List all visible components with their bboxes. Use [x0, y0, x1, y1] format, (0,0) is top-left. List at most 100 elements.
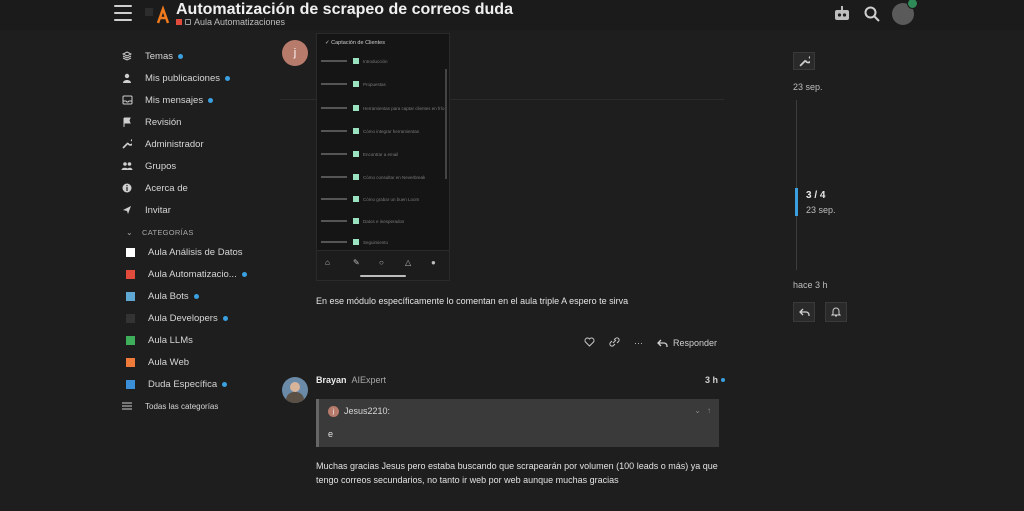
wrench-icon — [120, 139, 134, 149]
quote-author[interactable]: Jesus2210: — [344, 406, 390, 416]
sidebar-category-automatizaciones[interactable]: Aula Automatizacio... — [120, 263, 260, 285]
reply-button[interactable]: Responder — [657, 338, 717, 348]
screenshot-row: Cómo grabar un buen Loom — [321, 193, 447, 205]
post-body: Muchas gracias Jesus pero estaba buscand… — [316, 461, 718, 485]
sidebar-all-categories[interactable]: Todas las categorías — [120, 395, 260, 417]
sidebar-item-grupos[interactable]: Grupos — [120, 155, 260, 177]
category-color-box — [126, 335, 135, 345]
flag-icon — [120, 117, 134, 127]
sidebar: Temas Mis publicaciones Mis mensajes Rev… — [120, 45, 260, 417]
post-author: Brayan AIExpert — [316, 375, 386, 385]
unread-dot — [222, 381, 228, 387]
timeline-start-date[interactable]: 23 sep. — [793, 82, 823, 92]
search-icon[interactable] — [862, 4, 882, 24]
sidebar-item-invitar[interactable]: Invitar — [120, 199, 260, 221]
screenshot-row: Herramientas para captar clientes en frí… — [321, 102, 447, 114]
reply-icon — [657, 339, 668, 347]
avatar: j — [328, 406, 339, 417]
sidebar-category-analisis-datos[interactable]: Aula Análisis de Datos — [120, 241, 260, 263]
screenshot-row: Datos e inesperados — [321, 215, 447, 227]
categories-heading-label: CATEGORÍAS — [142, 227, 194, 237]
screenshot-heading: ✓ Captación de Clientes — [325, 40, 385, 46]
sidebar-item-temas[interactable]: Temas — [120, 45, 260, 67]
sidebar-item-label: Acerca de — [145, 182, 188, 194]
post-actions: ··· Responder — [584, 337, 717, 349]
timeline-reply-button[interactable] — [793, 302, 815, 322]
search-icon: ○ — [379, 258, 384, 267]
sidebar-item-mis-publicaciones[interactable]: Mis publicaciones — [120, 67, 260, 89]
screenshot-row: Introducción — [321, 55, 447, 67]
admin-wrench-button[interactable] — [793, 52, 815, 70]
timeline-end-date[interactable]: hace 3 h — [793, 280, 828, 290]
screenshot-row: Seguimiento — [321, 236, 447, 248]
sidebar-item-mis-mensajes[interactable]: Mis mensajes — [120, 89, 260, 111]
sidebar-item-label: Invitar — [145, 204, 171, 216]
link-icon[interactable] — [609, 337, 620, 349]
arrow-up-icon[interactable]: ↑ — [707, 406, 711, 415]
categories-heading[interactable]: ⌄ CATEGORÍAS — [120, 223, 260, 241]
category-label: Aula Análisis de Datos — [148, 246, 243, 258]
chevron-down-icon: ⌄ — [126, 227, 134, 237]
category-label: Aula Developers — [148, 312, 218, 324]
site-logo[interactable] — [145, 5, 173, 27]
category-color-box — [126, 291, 135, 301]
screenshot-row: Encontrar a email — [321, 148, 447, 160]
all-categories-label: Todas las categorías — [145, 401, 219, 411]
compose-icon: ✎ — [353, 258, 360, 267]
screenshot-row: Cómo integrar herramientas — [321, 125, 447, 137]
chevron-down-icon[interactable]: ⌄ — [694, 406, 701, 415]
avatar[interactable] — [282, 377, 308, 403]
post-time[interactable]: 3 h — [705, 375, 726, 385]
post-body: En ese módulo específicamente lo comenta… — [316, 296, 629, 306]
category-label: Aula Automatizacio... — [148, 268, 237, 280]
robot-icon[interactable] — [832, 4, 852, 24]
bell-icon — [831, 307, 841, 317]
sidebar-item-label: Revisión — [145, 116, 182, 128]
sidebar-item-revision[interactable]: Revisión — [120, 111, 260, 133]
timeline-current-date: 23 sep. — [806, 205, 836, 215]
profile-icon: ● — [431, 258, 436, 267]
avatar[interactable]: j — [282, 40, 308, 66]
sidebar-item-administrador[interactable]: Administrador — [120, 133, 260, 155]
post-screenshot-image[interactable]: ✓ Captación de Clientes Introducción Pro… — [316, 33, 450, 281]
timeline-scrollbar[interactable] — [796, 100, 797, 270]
sidebar-category-bots[interactable]: Aula Bots — [120, 285, 260, 307]
sidebar-category-llms[interactable]: Aula LLMs — [120, 329, 260, 351]
notification-bell-button[interactable] — [825, 302, 847, 322]
sidebar-item-label: Mis mensajes — [145, 94, 204, 106]
sidebar-item-label: Mis publicaciones — [145, 72, 220, 84]
topic-category[interactable]: Aula Automatizaciones — [176, 17, 285, 27]
sidebar-item-acerca-de[interactable]: Acerca de — [120, 177, 260, 199]
screenshot-row: Propuestas — [321, 78, 447, 90]
lock-icon — [185, 19, 191, 25]
username[interactable]: Brayan — [316, 375, 347, 385]
send-icon — [120, 205, 134, 215]
quote-block: j Jesus2210: ⌄ ↑ e — [316, 399, 719, 447]
info-icon — [120, 183, 134, 193]
screenshot-row: Cómo consultar en Neverbreak — [321, 171, 447, 183]
sidebar-category-duda-especifica[interactable]: Duda Específica — [120, 373, 260, 395]
screenshot-scrollbar — [445, 69, 447, 179]
list-icon — [120, 402, 134, 410]
timeline-handle[interactable] — [795, 188, 798, 216]
category-color-box — [126, 357, 135, 367]
reply-icon — [798, 308, 810, 316]
top-bar: Automatización de scrapeo de correos dud… — [0, 0, 1024, 30]
post-time-label: 3 h — [705, 375, 719, 385]
menu-icon[interactable] — [114, 5, 132, 21]
timeline-position: 3 / 4 — [806, 190, 826, 201]
more-icon[interactable]: ··· — [634, 338, 643, 348]
unread-dot — [222, 315, 228, 321]
notification-badge — [907, 0, 918, 9]
sidebar-category-developers[interactable]: Aula Developers — [120, 307, 260, 329]
category-label: Aula LLMs — [148, 334, 193, 346]
unread-dot — [224, 75, 230, 81]
sidebar-item-label: Grupos — [145, 160, 177, 172]
category-color-box — [126, 313, 135, 323]
sidebar-category-web[interactable]: Aula Web — [120, 351, 260, 373]
unread-dot — [193, 293, 199, 299]
screenshot-nav: ⌂ ✎ ○ △ ● — [317, 250, 449, 280]
unread-dot — [177, 53, 183, 59]
like-icon[interactable] — [584, 337, 595, 349]
user-avatar[interactable] — [892, 0, 918, 25]
